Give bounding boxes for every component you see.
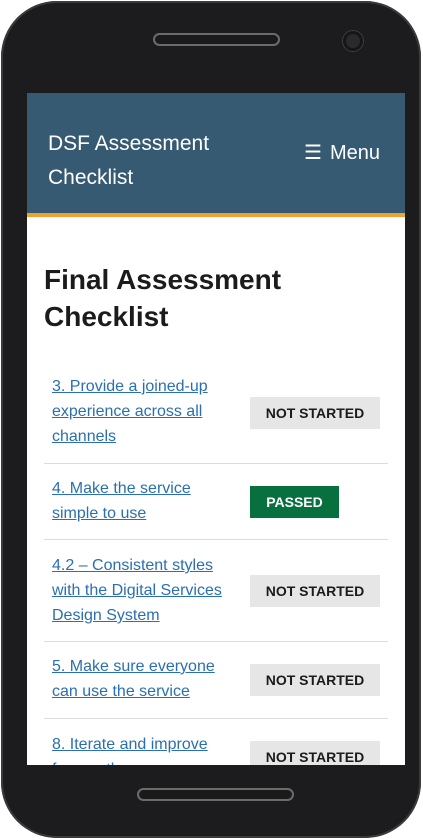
hamburger-icon: ☰ — [304, 142, 322, 164]
checklist-row: 4. Make the service simple to use PASSED — [44, 464, 388, 540]
checklist-item-link[interactable]: 8. Iterate and improve frequently — [52, 719, 236, 765]
checklist-item-link[interactable]: 3. Provide a joined-up experience across… — [52, 363, 236, 449]
site-title[interactable]: DSF Assessment Checklist — [48, 127, 248, 195]
menu-label: Menu — [329, 142, 380, 164]
checklist-item-link[interactable]: 4. Make the service simple to use — [52, 464, 236, 526]
checklist-item-link[interactable]: 5. Make sure everyone can use the servic… — [52, 642, 236, 704]
checklist-row: 4.2 – Consistent styles with the Digital… — [44, 540, 388, 642]
home-button[interactable] — [137, 788, 294, 801]
menu-button[interactable]: ☰ Menu — [304, 139, 380, 167]
front-camera — [343, 31, 363, 51]
status-badge: NOT STARTED — [250, 741, 380, 765]
checklist-row: 3. Provide a joined-up experience across… — [44, 363, 388, 464]
status-badge: NOT STARTED — [250, 574, 380, 607]
status-badge: NOT STARTED — [250, 664, 380, 696]
speaker-grille — [153, 33, 280, 46]
site-header: DSF Assessment Checklist ☰ Menu — [27, 93, 405, 217]
checklist-row: 5. Make sure everyone can use the servic… — [44, 642, 388, 719]
checklist: 3. Provide a joined-up experience across… — [44, 363, 388, 765]
checklist-row: 8. Iterate and improve frequently NOT ST… — [44, 719, 388, 765]
page-title: Final Assessment Checklist — [44, 264, 282, 332]
phone-screen: DSF Assessment Checklist ☰ Menu Final As… — [27, 93, 405, 765]
status-badge: NOT STARTED — [250, 397, 380, 429]
checklist-item-link[interactable]: 4.2 – Consistent styles with the Digital… — [52, 540, 236, 628]
status-badge: PASSED — [250, 485, 339, 518]
